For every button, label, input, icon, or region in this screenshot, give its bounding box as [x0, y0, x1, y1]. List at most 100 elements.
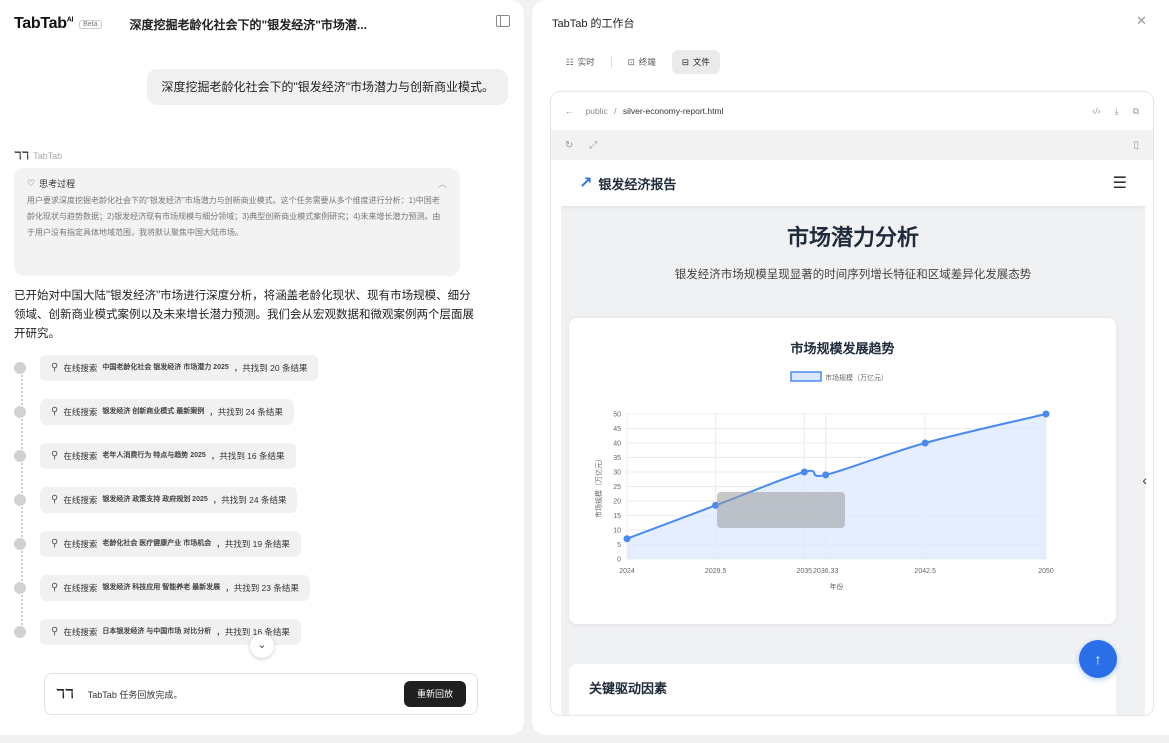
y-tick-label: 50: [613, 412, 621, 419]
search-label: 在线搜索: [63, 539, 98, 549]
y-tick-label: 20: [613, 499, 621, 506]
y-tick-label: 25: [613, 484, 621, 491]
legend-label: 市场规模（万亿元）: [825, 373, 888, 382]
search-label: 在线搜索: [63, 495, 98, 505]
drivers-heading: 关键驱动因素: [589, 681, 668, 696]
scroll-down-button[interactable]: ⌄: [250, 634, 274, 658]
preview-toolbar: ↻ ⤢ ▯: [551, 130, 1153, 160]
tab-realtime[interactable]: ☷ 实时: [556, 50, 605, 74]
search-label: 在线搜索: [63, 627, 98, 637]
search-keywords: 银发经济 创新商业模式 最新案例: [102, 408, 205, 415]
step-dot: [14, 582, 26, 594]
data-point: [623, 535, 631, 543]
expand-icon[interactable]: ⤢: [589, 140, 597, 151]
search-step: ⚲ 在线搜索 银发经济 科技应用 智能养老 最新发展 ，共找到 23 条结果: [14, 575, 310, 601]
copy-icon[interactable]: ⧉: [1133, 106, 1139, 117]
search-result-count: ，共找到 20 条结果: [233, 363, 308, 373]
code-icon[interactable]: ‹/›: [1092, 106, 1101, 117]
data-point: [1042, 410, 1050, 418]
search-result-count: ，共找到 19 条结果: [216, 539, 290, 549]
y-axis-label: 市场规模（万亿元）: [594, 455, 603, 518]
tab-terminal[interactable]: ⊡ 终端: [618, 50, 666, 74]
x-tick-label: 2029.5: [705, 568, 727, 575]
thinking-label: 思考过程: [39, 179, 76, 189]
tab-label: 文件: [692, 57, 710, 67]
file-preview: ← public / silver-economy-report.html ‹/…: [550, 91, 1154, 716]
search-label: 在线搜索: [63, 363, 98, 373]
report-title: 市场潜力分析: [786, 225, 919, 250]
search-icon: ⚲: [51, 406, 59, 417]
tab-files[interactable]: ⊟ 文件: [671, 50, 720, 74]
search-chip[interactable]: ⚲ 在线搜索 老龄化社会 医疗健康产业 市场机会 ，共找到 19 条结果: [40, 531, 301, 557]
workspace-panel: TabTab 的工作台 ✕ ☷ 实时 ⊡ 终端 ⊟ 文件 ← public / sil…: [532, 0, 1169, 735]
search-icon: ⚲: [51, 362, 59, 373]
tab-label: 终端: [638, 57, 656, 67]
search-label: 在线搜索: [63, 583, 98, 593]
thinking-panel: ♡ 思考过程 ︿ 用户要求深度挖掘老龄化社会下的"银发经济"市场潜力与创新商业模…: [14, 168, 460, 276]
chat-title: 深度挖掘老龄化社会下的"银发经济"市场潜...: [129, 17, 367, 32]
scroll-top-button[interactable]: ↑: [1079, 640, 1117, 678]
replay-status-text: TabTab 任务回放完成。: [87, 689, 183, 700]
thinking-header[interactable]: ♡ 思考过程 ︿: [27, 177, 447, 190]
assistant-paragraph: 已开始对中国大陆"银发经济"市场进行深度分析，将涵盖老龄化现状、现有市场规模、细…: [14, 290, 474, 340]
arrow-up-icon: ↑: [1094, 651, 1102, 667]
breadcrumb-root[interactable]: public: [586, 106, 608, 116]
search-keywords: 老年人消费行为 特点与趋势 2025: [102, 452, 206, 459]
search-step: ⚲ 在线搜索 银发经济 创新商业模式 最新案例 ，共找到 24 条结果: [14, 399, 294, 425]
search-chip[interactable]: ⚲ 在线搜索 中国老龄化社会 银发经济 市场潜力 2025 ，共找到 20 条结果: [40, 355, 319, 381]
download-icon[interactable]: ⤓: [1115, 106, 1119, 117]
x-tick-label: 2035: [796, 568, 812, 575]
market-size-chart: 市场规模（万亿元） 0 5 10 15 20 25 30 35 40 45 50 2024 2029.5 2…: [594, 371, 1054, 591]
search-keywords: 银发经济 政策支持 政府规划 2025: [102, 496, 208, 503]
chat-panel: TabTabAI Beta 深度挖掘老龄化社会下的"银发经济"市场潜... 深度…: [0, 0, 524, 735]
search-icon: ⚲: [51, 450, 59, 461]
search-step: ⚲ 在线搜索 老年人消费行为 特点与趋势 2025 ，共找到 16 条结果: [14, 443, 296, 469]
replay-button[interactable]: 重新回放: [403, 681, 466, 707]
sidebar-toggle-icon[interactable]: [496, 15, 510, 27]
report-subtitle: 银发经济市场规模呈现显著的时间序列增长特征和区域差异化发展态势: [674, 269, 1032, 281]
file-path-bar: ← public / silver-economy-report.html ‹/…: [551, 92, 1153, 130]
chart-card: 市场规模发展趋势 市场规模（万亿元） 0 5 10 15 20 25 30 35 40 45 50 20…: [569, 318, 1116, 624]
refresh-icon[interactable]: ↻: [565, 140, 573, 151]
close-icon[interactable]: ✕: [1136, 13, 1147, 29]
search-step: ⚲ 在线搜索 中国老龄化社会 银发经济 市场潜力 2025 ，共找到 20 条结果: [14, 355, 319, 381]
step-dot: [14, 406, 26, 418]
device-icon[interactable]: ▯: [1133, 140, 1139, 151]
rendered-page: ↗ 银发经济报告 ☰ 市场潜力分析 银发经济市场规模呈现显著的时间序列增长特征和…: [561, 160, 1145, 715]
data-point: [921, 439, 929, 447]
search-keywords: 日本银发经济 与中国市场 对比分析: [102, 628, 212, 635]
y-tick-label: 10: [613, 528, 621, 535]
trending-up-icon: ↗: [579, 175, 593, 192]
y-tick-label: 15: [613, 513, 621, 520]
search-chip[interactable]: ⚲ 在线搜索 银发经济 科技应用 智能养老 最新发展 ，共找到 23 条结果: [40, 575, 310, 601]
search-chip[interactable]: ⚲ 在线搜索 银发经济 创新商业模式 最新案例 ，共找到 24 条结果: [40, 399, 294, 425]
search-chip[interactable]: ⚲ 在线搜索 老年人消费行为 特点与趋势 2025 ，共找到 16 条结果: [40, 443, 296, 469]
step-dot: [14, 362, 26, 374]
legend-swatch: [790, 371, 822, 382]
thinking-text: 用户要求深度挖掘老龄化社会下的"银发经济"市场潜力与创新商业模式。这个任务需要从…: [27, 196, 441, 237]
chevron-down-icon: ⌄: [257, 639, 267, 651]
search-icon: ⚲: [51, 582, 59, 593]
drivers-card: 关键驱动因素: [569, 664, 1116, 715]
chevron-left-icon[interactable]: ‹: [1142, 472, 1147, 488]
chevron-up-icon[interactable]: ︿: [438, 177, 447, 190]
beta-badge: Beta: [79, 19, 102, 29]
x-tick-label: 2024: [619, 568, 635, 575]
workspace-tabs: ☷ 实时 ⊡ 终端 ⊟ 文件: [556, 50, 720, 74]
search-step: ⚲ 在线搜索 老龄化社会 医疗健康产业 市场机会 ，共找到 19 条结果: [14, 531, 301, 557]
search-keywords: 老龄化社会 医疗健康产业 市场机会: [102, 540, 212, 547]
search-chip[interactable]: ⚲ 在线搜索 银发经济 政策支持 政府规划 2025 ，共找到 24 条结果: [40, 487, 298, 513]
app-logo[interactable]: TabTabAI: [14, 15, 73, 33]
folder-icon: ⊟: [681, 57, 689, 67]
chat-header: TabTabAI Beta 深度挖掘老龄化社会下的"银发经济"市场潜...: [14, 12, 510, 36]
search-icon: ⚲: [51, 538, 59, 549]
workspace-title: TabTab 的工作台: [552, 18, 635, 30]
lightbulb-icon: ♡: [27, 178, 36, 188]
search-icon: ⚲: [51, 626, 59, 637]
hamburger-menu-icon[interactable]: ☰: [1113, 173, 1127, 193]
back-arrow-icon[interactable]: ←: [565, 106, 574, 116]
terminal-icon: ⊡: [627, 57, 635, 67]
report-brand[interactable]: 银发经济报告: [598, 174, 676, 193]
x-tick-label: 2050: [1038, 568, 1054, 575]
list-icon: ☷: [566, 57, 574, 67]
